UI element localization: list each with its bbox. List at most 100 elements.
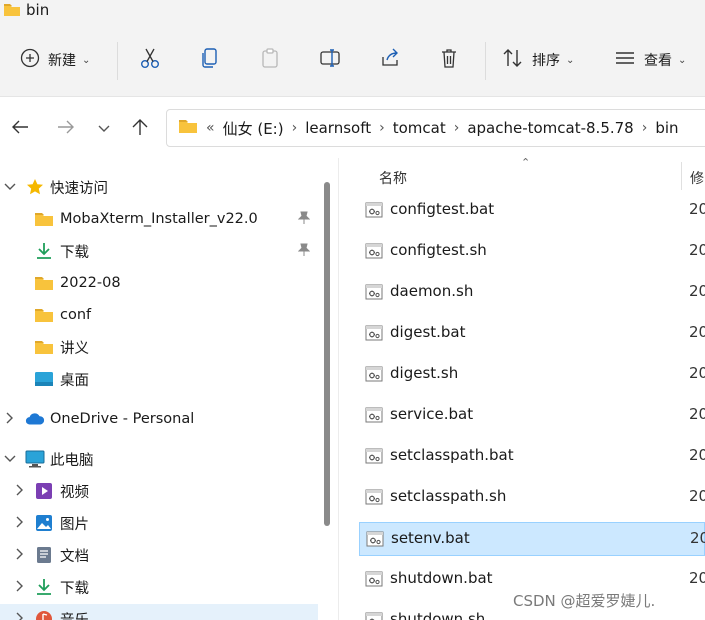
file-name: shutdown.sh <box>390 610 486 620</box>
chevron-down-icon[interactable] <box>4 180 16 194</box>
music-icon <box>34 610 54 620</box>
file-name: shutdown.bat <box>390 569 493 587</box>
chevron-right-icon[interactable]: › <box>379 120 385 136</box>
tree-label: 音乐 <box>60 609 89 620</box>
file-row[interactable]: daemon.sh 20 <box>359 276 705 310</box>
file-row[interactable]: setclasspath.bat 20 <box>359 440 705 474</box>
paste-button[interactable] <box>260 44 280 76</box>
sort-button[interactable]: 排序 ⌄ <box>502 44 574 76</box>
star-icon <box>25 178 45 196</box>
chevron-right-icon[interactable]: › <box>454 120 460 136</box>
file-row[interactable]: configtest.sh 20 <box>359 235 705 269</box>
copy-button[interactable] <box>200 44 220 76</box>
pin-icon[interactable] <box>297 243 311 260</box>
address-row: « 仙女 (E:) › learnsoft › tomcat › apache-… <box>0 96 705 158</box>
tree-item-videos[interactable]: 视频 <box>0 476 318 506</box>
tree-item-lecture-notes[interactable]: 讲义 <box>0 332 318 362</box>
folder-icon <box>34 306 54 324</box>
tree-label: 图片 <box>60 516 89 533</box>
column-name-header[interactable]: 名称 <box>379 168 407 188</box>
tree-item-documents[interactable]: 文档 <box>0 540 318 570</box>
file-modified-date: 20 <box>689 487 705 505</box>
chevron-right-icon[interactable] <box>14 548 26 563</box>
recent-locations-button[interactable] <box>92 117 116 141</box>
tree-label: 文档 <box>60 548 89 565</box>
chevron-down-icon[interactable] <box>4 452 16 466</box>
chevron-down-icon: ⌄ <box>566 54 575 66</box>
script-file-icon <box>365 448 383 464</box>
file-modified-date: 20 <box>689 569 705 587</box>
tree-item-onedrive[interactable]: OneDrive - Personal <box>0 404 318 434</box>
tree-item-desktop[interactable]: 桌面 <box>0 364 318 394</box>
rename-icon <box>319 47 341 73</box>
file-row[interactable]: digest.sh 20 <box>359 358 705 392</box>
chevron-down-icon <box>98 121 110 137</box>
file-modified-date: 20 <box>689 446 705 464</box>
chevron-right-icon[interactable] <box>14 484 26 499</box>
file-row[interactable]: digest.bat 20 <box>359 317 705 351</box>
file-name: setenv.bat <box>391 529 470 547</box>
tree-item-music[interactable]: 音乐 <box>0 604 318 620</box>
file-name: service.bat <box>390 405 474 423</box>
breadcrumb-tomcat[interactable]: tomcat <box>393 119 446 137</box>
chevron-right-icon[interactable]: › <box>642 120 648 136</box>
command-bar: 新建 ⌄ 排序 ⌄ 查看 ⌄ <box>0 22 705 96</box>
column-separator[interactable] <box>681 162 682 190</box>
script-file-icon <box>365 284 383 300</box>
plus-circle-icon <box>20 48 40 72</box>
chevron-right-icon[interactable] <box>4 412 16 427</box>
arrow-left-icon <box>11 119 29 139</box>
chevron-right-icon[interactable] <box>14 580 26 595</box>
video-icon <box>34 482 54 500</box>
breadcrumb-overflow[interactable]: « <box>206 120 215 136</box>
breadcrumb-learnsoft[interactable]: learnsoft <box>305 119 371 137</box>
navigation-scrollbar[interactable] <box>324 182 330 526</box>
chevron-right-icon[interactable]: › <box>292 120 298 136</box>
view-button[interactable]: 查看 ⌄ <box>614 44 686 76</box>
sort-button-label: 排序 <box>532 53 560 69</box>
tree-label: 讲义 <box>60 340 89 357</box>
tree-item-mobaxterm[interactable]: MobaXterm_Installer_v22.0 <box>0 204 318 234</box>
folder-icon <box>178 118 198 138</box>
breadcrumb-drive[interactable]: 仙女 (E:) <box>223 118 284 139</box>
tree-label: 此电脑 <box>50 452 94 469</box>
tree-item-conf[interactable]: conf <box>0 300 318 330</box>
tree-item-downloads[interactable]: 下载 <box>0 572 318 602</box>
tree-item-2022-08[interactable]: 2022-08 <box>0 268 318 298</box>
up-button[interactable] <box>128 117 152 141</box>
script-file-icon <box>365 571 383 587</box>
file-name: digest.sh <box>390 364 459 382</box>
file-modified-date: 20 <box>690 529 705 547</box>
file-row[interactable]: setenv.bat 20 <box>359 522 705 556</box>
tree-item-quick-access[interactable]: 快速访问 <box>0 172 318 202</box>
pin-icon[interactable] <box>297 211 311 228</box>
share-button[interactable] <box>379 44 401 76</box>
cut-button[interactable] <box>140 44 160 76</box>
clipboard-icon <box>260 47 280 73</box>
chevron-right-icon[interactable] <box>14 612 26 620</box>
back-button[interactable] <box>8 117 32 141</box>
file-row[interactable]: service.bat 20 <box>359 399 705 433</box>
file-row[interactable]: setclasspath.sh 20 <box>359 481 705 515</box>
script-file-icon <box>365 325 383 341</box>
tree-label: 桌面 <box>60 372 89 389</box>
forward-button[interactable] <box>54 117 78 141</box>
desktop-icon <box>34 370 54 388</box>
file-modified-date: 20 <box>689 405 705 423</box>
chevron-right-icon[interactable] <box>14 516 26 531</box>
delete-button[interactable] <box>439 44 459 76</box>
scissors-icon <box>140 47 160 73</box>
tree-item-this-pc[interactable]: 此电脑 <box>0 444 318 474</box>
script-file-icon <box>365 489 383 505</box>
file-row[interactable]: configtest.bat 20 <box>359 194 705 228</box>
tree-label: 下载 <box>60 580 89 597</box>
breadcrumb-bin[interactable]: bin <box>655 119 678 137</box>
tree-item-downloads-quick[interactable]: 下载 <box>0 236 318 266</box>
column-modified-header[interactable]: 修 <box>690 168 704 188</box>
new-button[interactable]: 新建 ⌄ <box>20 44 90 76</box>
tree-item-pictures[interactable]: 图片 <box>0 508 318 538</box>
breadcrumb-apache-tomcat[interactable]: apache-tomcat-8.5.78 <box>467 119 633 137</box>
address-bar[interactable]: « 仙女 (E:) › learnsoft › tomcat › apache-… <box>166 109 705 147</box>
rename-button[interactable] <box>319 44 341 76</box>
chevron-down-icon: ⌄ <box>82 54 91 66</box>
